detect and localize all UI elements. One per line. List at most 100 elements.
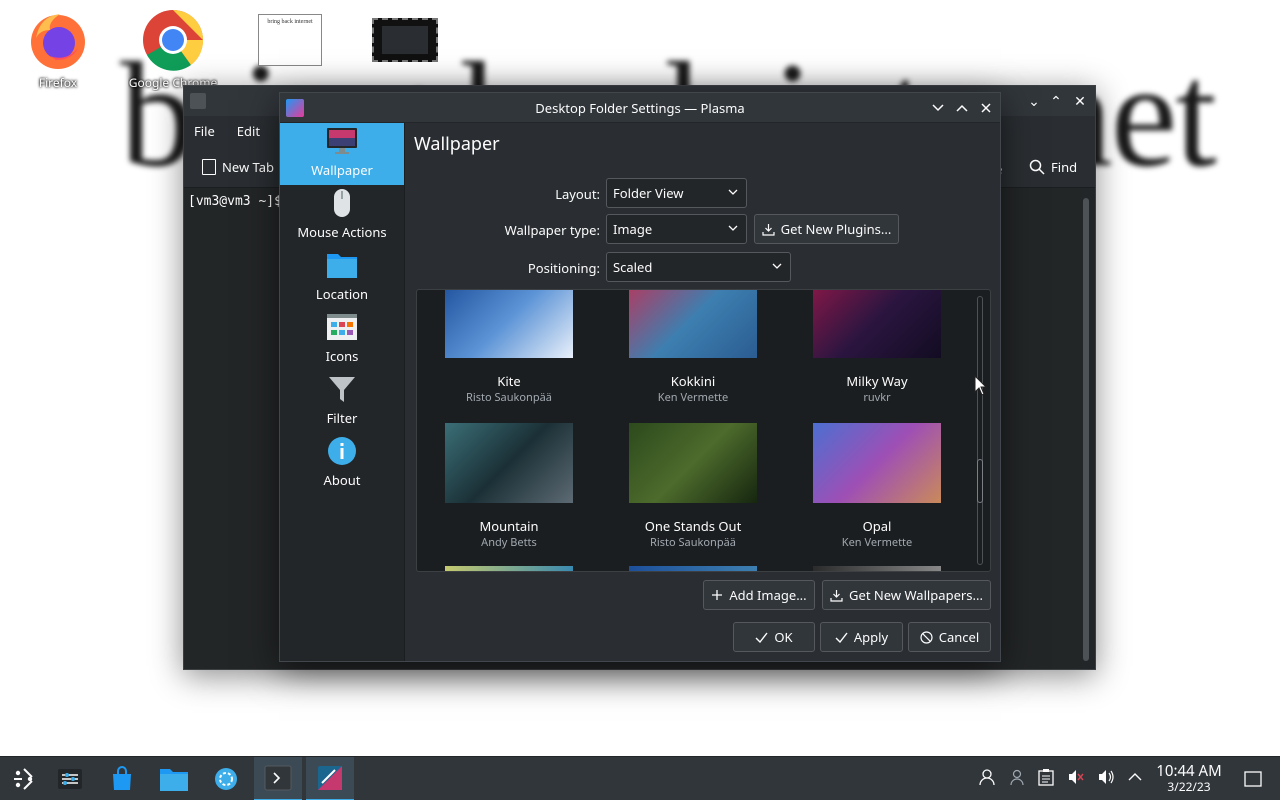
download-icon bbox=[830, 589, 843, 602]
category-filter[interactable]: Filter bbox=[280, 371, 404, 433]
show-hidden-icons-chevron-up-icon[interactable] bbox=[1125, 767, 1145, 787]
category-about[interactable]: About bbox=[280, 433, 404, 495]
positioning-combobox[interactable]: Scaled bbox=[606, 252, 791, 282]
close-icon[interactable]: ✕ bbox=[1070, 91, 1090, 111]
users-switch-icon[interactable] bbox=[1007, 767, 1027, 787]
page-title: Wallpaper bbox=[414, 132, 500, 156]
wallpaper-thumbnail-partial bbox=[629, 566, 757, 571]
add-image-label: Add Image... bbox=[729, 586, 807, 604]
desktop-icon-document[interactable]: bring back internet bbox=[245, 8, 335, 68]
wallpaper-grid-scrollbar[interactable] bbox=[977, 296, 983, 565]
wallpaper-thumbnail-partial bbox=[445, 566, 573, 571]
plasma-settings-icon bbox=[286, 99, 304, 117]
info-icon bbox=[326, 435, 358, 467]
wallpaper-author: Risto Saukonpää bbox=[650, 535, 736, 550]
category-label: Location bbox=[315, 285, 369, 303]
positioning-value: Scaled bbox=[613, 258, 653, 276]
desktop-icon-chrome[interactable]: Google Chrome bbox=[128, 8, 218, 91]
show-desktop-icon[interactable] bbox=[1243, 769, 1263, 789]
category-mouse-actions[interactable]: Mouse Actions bbox=[280, 185, 404, 247]
plasma-settings-icon[interactable] bbox=[306, 757, 354, 800]
firefox-icon bbox=[26, 8, 90, 72]
wallpaper-thumbnail bbox=[445, 290, 573, 358]
volume-muted-icon[interactable] bbox=[1066, 767, 1086, 787]
desktop-icon-video[interactable] bbox=[360, 8, 450, 64]
system-settings-icon[interactable] bbox=[46, 757, 94, 800]
scrollbar-handle[interactable] bbox=[977, 459, 983, 503]
wallpaper-name: Milky Way bbox=[846, 372, 908, 390]
category-label: Filter bbox=[326, 409, 358, 427]
menu-file[interactable]: File bbox=[194, 122, 215, 140]
monitor-icon bbox=[326, 125, 358, 157]
dialog-titlebar[interactable]: Desktop Folder Settings — Plasma bbox=[280, 93, 1000, 123]
terminal-scrollbar[interactable] bbox=[1083, 198, 1089, 661]
positioning-label: Positioning: bbox=[527, 259, 600, 277]
category-icons[interactable]: Icons bbox=[280, 309, 404, 371]
wallpaper-thumbnail bbox=[445, 423, 573, 503]
icons-icon bbox=[326, 311, 358, 343]
mouse-icon bbox=[326, 187, 358, 219]
menu-edit[interactable]: Edit bbox=[237, 122, 260, 140]
chevron-down-icon bbox=[772, 263, 782, 269]
dialog-title: Desktop Folder Settings — Plasma bbox=[535, 98, 745, 117]
find-label: Find bbox=[1051, 158, 1078, 176]
user-icon[interactable] bbox=[977, 767, 997, 787]
video-thumbnail bbox=[372, 18, 438, 62]
chrome-icon bbox=[141, 8, 205, 72]
plus-icon bbox=[712, 590, 723, 600]
category-label: About bbox=[323, 471, 361, 489]
category-label: Mouse Actions bbox=[297, 223, 387, 241]
terminal-prompt: [vm3@vm3 ~]$ bbox=[188, 194, 282, 209]
category-sidebar: Wallpaper Mouse Actions Location Icons F… bbox=[280, 123, 405, 661]
layout-combobox[interactable]: Folder View bbox=[606, 178, 747, 208]
add-image-button[interactable]: Add Image... bbox=[703, 580, 815, 610]
get-new-wallpapers-button[interactable]: Get New Wallpapers... bbox=[822, 580, 991, 610]
document-thumbnail-text: bring back internet bbox=[267, 19, 313, 25]
wallpaper-author: Andy Betts bbox=[481, 535, 537, 550]
chevron-down-icon bbox=[728, 225, 738, 231]
get-new-plugins-label: Get New Plugins... bbox=[780, 220, 892, 238]
wallpaper-thumbnail bbox=[813, 290, 941, 358]
new-tab-button[interactable]: New Tab bbox=[202, 158, 274, 176]
category-label: Icons bbox=[325, 347, 359, 365]
application-launcher-icon[interactable] bbox=[0, 757, 48, 800]
maximize-icon[interactable] bbox=[956, 103, 968, 113]
ok-button[interactable]: OK bbox=[733, 622, 815, 652]
apply-button[interactable]: Apply bbox=[820, 622, 903, 652]
discover-icon[interactable] bbox=[98, 757, 146, 800]
wallpaper-name: Opal bbox=[862, 517, 892, 535]
minimize-icon[interactable] bbox=[932, 103, 944, 113]
get-new-plugins-button[interactable]: Get New Plugins... bbox=[754, 214, 899, 244]
category-wallpaper[interactable]: Wallpaper bbox=[280, 123, 404, 185]
clock-date: 3/22/23 bbox=[1167, 778, 1211, 795]
find-button[interactable]: Find bbox=[1029, 158, 1077, 176]
mouse-cursor-icon bbox=[974, 375, 988, 396]
wallpaper-name: Kokkini bbox=[670, 372, 716, 390]
digital-clock[interactable]: 10:44 AM 3/22/23 bbox=[1148, 763, 1230, 794]
layout-value: Folder View bbox=[613, 184, 684, 202]
minimize-icon[interactable]: ⌄ bbox=[1024, 91, 1044, 111]
wallpaper-name: Mountain bbox=[479, 517, 539, 535]
close-icon[interactable] bbox=[980, 102, 992, 114]
layout-label: Layout: bbox=[555, 185, 600, 203]
browser-icon[interactable] bbox=[202, 757, 250, 800]
wallpaper-author: ruvkr bbox=[863, 390, 891, 405]
desktop-folder-settings-dialog: Desktop Folder Settings — Plasma Wallpap… bbox=[279, 92, 1001, 662]
taskbar: 10:44 AM 3/22/23 bbox=[0, 756, 1280, 800]
wallpaper-name: Kite bbox=[497, 372, 521, 390]
cancel-button[interactable]: Cancel bbox=[908, 622, 991, 652]
terminal-app-icon bbox=[190, 93, 206, 109]
wallpaper-thumbnail bbox=[813, 423, 941, 503]
konsole-icon[interactable] bbox=[254, 757, 302, 800]
checkmark-icon bbox=[835, 632, 848, 643]
dolphin-icon[interactable] bbox=[150, 757, 198, 800]
wallpaper-type-combobox[interactable]: Image bbox=[606, 214, 747, 244]
clipboard-icon[interactable] bbox=[1036, 767, 1056, 787]
chevron-down-icon bbox=[728, 189, 738, 195]
category-location[interactable]: Location bbox=[280, 247, 404, 309]
maximize-icon[interactable]: ⌃ bbox=[1046, 91, 1066, 111]
volume-icon[interactable] bbox=[1096, 767, 1116, 787]
desktop-icon-firefox[interactable]: Firefox bbox=[13, 8, 103, 91]
apply-label: Apply bbox=[853, 628, 889, 646]
wallpaper-thumbnail bbox=[629, 423, 757, 503]
